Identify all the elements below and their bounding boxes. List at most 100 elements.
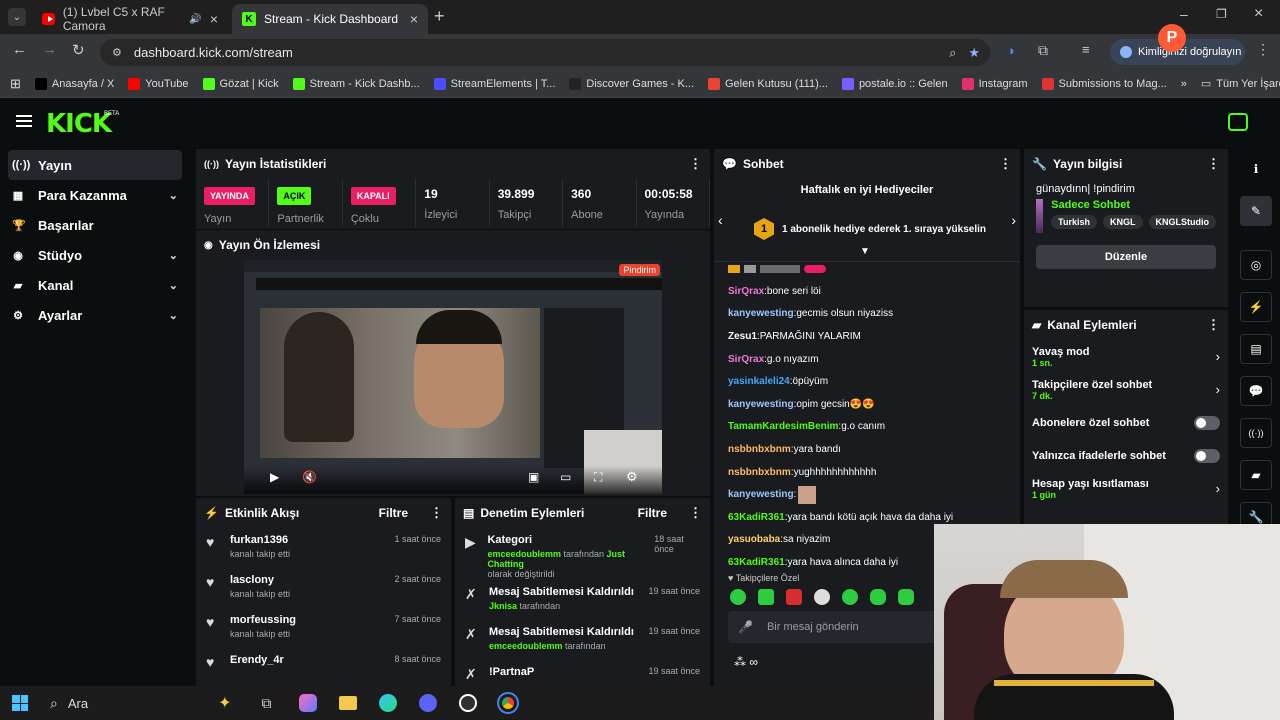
chat-username[interactable]: Zesu1: [728, 331, 757, 342]
task-view-icon[interactable]: ⧉: [261, 695, 271, 712]
more-options-icon[interactable]: ⋮: [689, 156, 702, 172]
edit-stream-button[interactable]: Düzenle: [1036, 245, 1216, 269]
bookmark-item[interactable]: Gözat | Kick: [202, 77, 279, 90]
more-options-icon[interactable]: ⋮: [689, 505, 702, 521]
bookmark-item[interactable]: Anasayfa / X: [34, 77, 114, 90]
mute-icon[interactable]: 🔇: [302, 470, 317, 484]
theater-icon[interactable]: ▭: [560, 470, 571, 484]
site-info-icon[interactable]: ⚙: [112, 46, 122, 59]
chat-username[interactable]: SirQrax: [728, 354, 764, 365]
document-icon[interactable]: ▤: [1240, 334, 1272, 364]
channel-action-row[interactable]: Yalnızca ifadelerle sohbet: [1024, 439, 1228, 472]
chevron-down-icon[interactable]: ⌄: [169, 249, 178, 262]
moderation-filter-button[interactable]: Filtre: [638, 506, 667, 520]
info-icon[interactable]: ℹ: [1240, 154, 1272, 184]
new-tab-button[interactable]: +: [434, 6, 445, 27]
stream-tag[interactable]: KNGL: [1103, 215, 1143, 229]
windows-start-icon[interactable]: [12, 695, 28, 711]
tab-youtube[interactable]: (1) Lvbel C5 x RAF Camora 🔊 ×: [32, 4, 228, 34]
bookmark-item[interactable]: Submissions to Mag...: [1041, 77, 1167, 90]
pip-icon[interactable]: ▣: [528, 470, 539, 484]
bookmark-item[interactable]: Instagram: [961, 77, 1028, 90]
more-options-icon[interactable]: ⋮: [1207, 317, 1220, 333]
taskbar-search-icon[interactable]: ⌕: [50, 695, 58, 712]
reload-icon[interactable]: ↻: [72, 41, 85, 59]
category-name[interactable]: Sadece Sohbet: [1051, 199, 1216, 211]
zoom-search-icon[interactable]: ⌕: [949, 45, 956, 61]
close-tab-icon[interactable]: ×: [410, 11, 418, 27]
list-item[interactable]: ✗ Mesaj Sabitlemesi Kaldırıldı Jknisa tara…: [455, 580, 710, 620]
profile-avatar[interactable]: P: [1158, 24, 1186, 52]
back-icon[interactable]: ←: [12, 41, 27, 58]
studio-icon[interactable]: ◎: [1240, 250, 1272, 280]
list-item[interactable]: ♥ Erendy_4r 8 saat önce: [196, 648, 451, 686]
list-item[interactable]: ▶ Kategori emceedoublemm tarafından Just C…: [455, 528, 710, 580]
bookmark-star-icon[interactable]: ★: [968, 45, 980, 61]
list-item[interactable]: ✗ Mesaj Sabitlemesi Kaldırıldı emceedouble…: [455, 620, 710, 660]
carousel-next-icon[interactable]: ›: [1011, 212, 1016, 228]
toggle-switch[interactable]: [1194, 415, 1220, 430]
more-options-icon[interactable]: ⋮: [999, 156, 1012, 172]
bookmarks-more-icon[interactable]: »: [1181, 78, 1187, 90]
kick-logo[interactable]: KICK: [46, 109, 112, 139]
taskbar-search-label[interactable]: Ara: [68, 696, 88, 711]
sidebar-item-5[interactable]: ⚙ Ayarlar ⌄: [0, 300, 190, 330]
copilot-icon[interactable]: [299, 694, 318, 712]
list-item[interactable]: ♥ furkan1396 kanalı takip etti 1 saat önce: [196, 528, 451, 568]
chevron-right-icon[interactable]: ›: [1216, 349, 1220, 364]
all-bookmarks-folder[interactable]: ▭ Tüm Yer İşaretleri: [1201, 77, 1280, 91]
chat-username[interactable]: yasinkaleli24: [728, 376, 790, 387]
sidebar-item-4[interactable]: ▰ Kanal ⌄: [0, 270, 190, 300]
collapse-icon[interactable]: ▼: [860, 246, 870, 257]
chevron-down-icon[interactable]: ⌄: [169, 189, 178, 202]
emote-icon[interactable]: [786, 589, 802, 605]
channel-action-row[interactable]: Abonelere özel sohbet: [1024, 406, 1228, 439]
edit-pencil-icon[interactable]: ✎: [1240, 196, 1272, 226]
extensions-puzzle-icon[interactable]: ⧉: [1038, 42, 1048, 59]
bookmark-item[interactable]: postale.io :: Gelen: [841, 77, 948, 90]
points-indicator[interactable]: ⁂ ∞: [734, 655, 758, 669]
copilot-sparkle-icon[interactable]: ✦: [218, 693, 231, 713]
address-bar[interactable]: ⚙ dashboard.kick.com/stream ⌕ ★: [100, 39, 990, 66]
more-options-icon[interactable]: ⋮: [1207, 156, 1220, 172]
sidebar-item-0[interactable]: ((·)) Yayın: [8, 150, 182, 180]
stream-preview-video[interactable]: Pindirim ▶ 🔇 ▣ ▭ ⛶ ⚙: [244, 260, 662, 494]
edge-icon[interactable]: [379, 694, 398, 712]
activity-filter-button[interactable]: Filtre: [379, 506, 408, 520]
bookmark-item[interactable]: Gelen Kutusu (111)...: [708, 77, 828, 90]
chat-username[interactable]: TamamKardesimBenim: [728, 421, 838, 432]
lightning-icon[interactable]: ⚡: [1240, 292, 1272, 322]
chat-username[interactable]: 63KadiR361: [728, 557, 785, 568]
emote-icon[interactable]: [842, 589, 858, 605]
emote-icon[interactable]: [898, 589, 914, 605]
channel-action-row[interactable]: Hesap yaşı kısıtlaması 1 gün ›: [1024, 472, 1228, 505]
discord-icon[interactable]: [419, 694, 438, 712]
bookmark-item[interactable]: Stream - Kick Dashb...: [292, 77, 420, 90]
list-item[interactable]: ✗ !PartnaP 19 saat önce: [455, 660, 710, 686]
sidebar-item-3[interactable]: ◉ Stüdyo ⌄: [0, 240, 190, 270]
chat-username[interactable]: kanyewesting: [728, 489, 794, 500]
channel-action-row[interactable]: Yavaş mod 1 sn. ›: [1024, 340, 1228, 373]
bookmark-item[interactable]: Discover Games - K...: [569, 77, 694, 90]
more-options-icon[interactable]: ⋮: [430, 505, 443, 521]
video-settings-icon[interactable]: ⚙: [626, 469, 638, 485]
maximize-window-button[interactable]: ❐: [1216, 7, 1227, 21]
media-control-icon[interactable]: ≡: [1082, 42, 1090, 57]
chevron-down-icon[interactable]: ⌄: [169, 279, 178, 292]
channel-action-row[interactable]: Takipçilere özel sohbet 7 dk. ›: [1024, 373, 1228, 406]
fullscreen-icon[interactable]: ⛶: [594, 470, 602, 485]
minimize-window-button[interactable]: –: [1180, 6, 1188, 22]
emote-icon[interactable]: [814, 589, 830, 605]
chat-username[interactable]: kanyewesting: [728, 399, 794, 410]
sidebar-item-2[interactable]: 🏆 Başarılar: [0, 210, 190, 240]
emote-icon[interactable]: [730, 589, 746, 605]
chevron-right-icon[interactable]: ›: [1216, 382, 1220, 397]
chat-username[interactable]: kanyewesting: [728, 308, 794, 319]
emote-icon[interactable]: [870, 589, 886, 605]
list-item[interactable]: ♥ morfeussing kanalı takip etti 7 saat önce: [196, 608, 451, 648]
sidebar-item-1[interactable]: ▦ Para Kazanma ⌄: [0, 180, 190, 210]
chrome-menu-icon[interactable]: ⋮: [1256, 41, 1270, 58]
chat-bubble-icon[interactable]: 💬: [1240, 376, 1272, 406]
chat-username[interactable]: SirQrax: [728, 286, 764, 297]
list-item[interactable]: ♥ lasclony kanalı takip etti 2 saat önce: [196, 568, 451, 608]
